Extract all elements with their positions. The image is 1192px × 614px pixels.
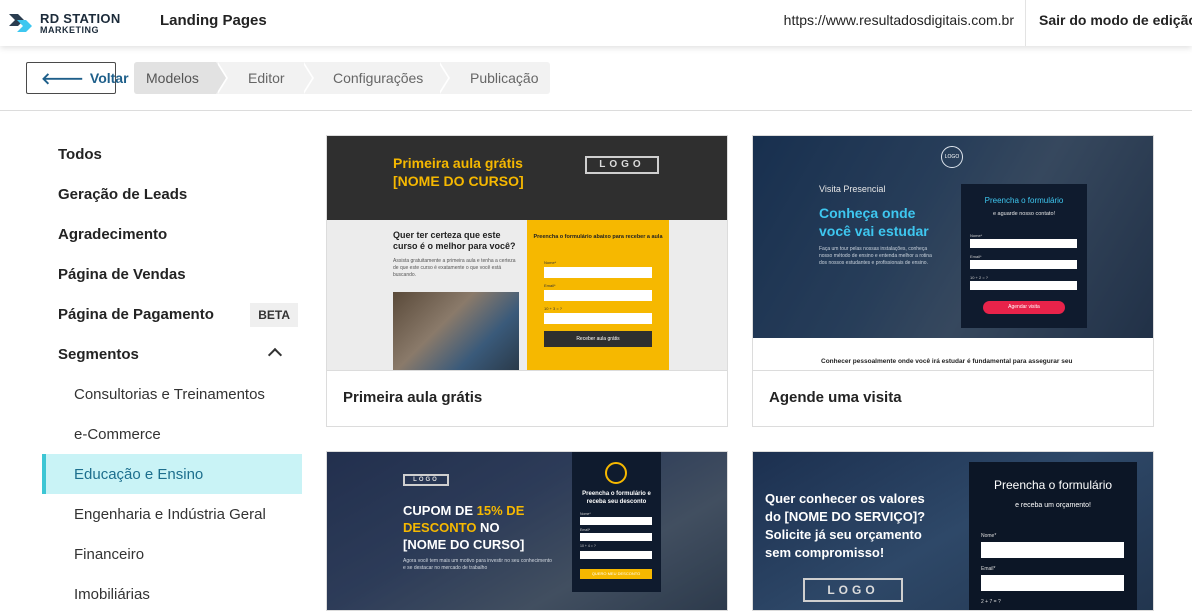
preview-form: Preencha o formulário e receba um orçame… <box>969 462 1137 610</box>
segment-imobiliarias[interactable]: Imobiliárias <box>42 574 302 614</box>
preview-question: Quer ter certeza que este curso é o melh… <box>393 230 516 251</box>
preview-form-title: Preencha o formulário abaixo para recebe… <box>533 234 663 240</box>
step-label: Publicação <box>470 70 539 86</box>
logo-line-2: MARKETING <box>40 24 99 35</box>
step-editor[interactable]: Editor <box>216 62 314 94</box>
preview-logo: LOGO <box>403 474 449 486</box>
template-title: Agende uma visita <box>753 370 1153 426</box>
preview-form: Preencha o formulário abaixo para recebe… <box>527 220 669 370</box>
preview-field-label: 10 + 3 = ? <box>544 306 563 311</box>
preview-headline: Quer conhecer os valores do [NOME DO SER… <box>765 491 926 560</box>
beta-badge: BETA <box>250 303 298 327</box>
preview-field-label: Nome* <box>544 260 557 265</box>
segment-ecommerce[interactable]: e-Commerce <box>42 414 302 454</box>
template-card-cupom-desconto[interactable]: LOGO CUPOM DE 15% DE DESCONTO NO [NOME D… <box>326 451 728 611</box>
category-segmentos[interactable]: Segmentos <box>42 334 302 374</box>
template-card-orcamento[interactable]: Quer conhecer os valores do [NOME DO SER… <box>752 451 1154 611</box>
back-button[interactable]: 🡐 Voltar <box>26 62 129 94</box>
segment-consultorias[interactable]: Consultorias e Treinamentos <box>42 374 302 414</box>
top-bar: RD STATION MARKETING Landing Pages https… <box>0 0 1192 46</box>
back-button-label: Voltar <box>89 70 129 86</box>
preview-field-label: Email* <box>544 283 556 288</box>
category-label: Página de Pagamento <box>58 305 214 323</box>
preview-logo: LOGO <box>585 156 659 174</box>
step-publicacao[interactable]: Publicação <box>438 62 550 94</box>
segment-educacao[interactable]: Educação e Ensino <box>42 454 302 494</box>
segment-engenharia[interactable]: Engenharia e Indústria Geral <box>42 494 302 534</box>
preview-field-label: 10 + 2 = ? <box>970 275 989 280</box>
step-label: Editor <box>248 70 285 86</box>
preview-field-label: Nome* <box>981 533 997 539</box>
template-preview: Quer conhecer os valores do [NOME DO SER… <box>753 452 1153 610</box>
template-preview: Primeira aula grátis [NOME DO CURSO] LOG… <box>327 136 727 370</box>
category-agradecimento[interactable]: Agradecimento <box>42 214 302 254</box>
preview-form: Preencha o formulário e receba seu desco… <box>572 452 661 592</box>
user-icon <box>605 462 627 484</box>
step-label: Configurações <box>333 70 424 86</box>
category-todos[interactable]: Todos <box>42 134 302 174</box>
category-label: Segmentos <box>58 345 139 363</box>
preview-field-label: Nome* <box>580 512 591 516</box>
chevron-up-icon[interactable] <box>267 347 283 363</box>
app-title: Landing Pages <box>160 12 267 29</box>
preview-button: Receber aula grátis <box>544 331 652 347</box>
preview-headline: [NOME DO CURSO] <box>393 173 524 189</box>
preview-form: Preencha o formulário e aguarde nosso co… <box>961 184 1087 328</box>
preview-field-label: Email* <box>970 254 982 259</box>
preview-button: Agendar visita <box>983 301 1065 314</box>
preview-headline: Conheça onde <box>819 205 916 221</box>
preview-footer-text: Conhecer pessoalmente onde você irá estu… <box>753 338 1153 370</box>
wizard-steps: Modelos Editor Configurações Publicação <box>134 62 550 94</box>
preview-field-label: Email* <box>981 566 996 572</box>
rd-logo-mark-icon <box>8 11 34 35</box>
category-pagina-de-pagamento[interactable]: Página de Pagamento BETA <box>42 294 302 334</box>
exit-edit-mode-button[interactable]: Sair do modo de edição <box>1025 0 1192 46</box>
template-preview: LOGO CUPOM DE 15% DE DESCONTO NO [NOME D… <box>327 452 727 610</box>
template-card-agende-visita[interactable]: LOGO Visita Presencial Conheça onde você… <box>752 135 1154 427</box>
step-modelos[interactable]: Modelos <box>134 62 228 94</box>
template-title: Primeira aula grátis <box>327 370 727 426</box>
preview-headline: CUPOM DE 15% DE DESCONTO NO [NOME DO CUR… <box>403 503 525 552</box>
rd-station-logo[interactable]: RD STATION MARKETING <box>8 8 121 38</box>
preview-button: QUERO MEU DESCONTO <box>580 569 652 579</box>
preview-logo: LOGO <box>941 146 963 168</box>
step-bar: 🡐 Voltar Modelos Editor Configurações Pu… <box>0 46 1192 111</box>
step-label: Modelos <box>146 70 199 86</box>
preview-field-label: Nome* <box>970 233 983 238</box>
preview-headline: você vai estudar <box>819 223 929 239</box>
preview-photo <box>393 292 519 370</box>
category-pagina-de-vendas[interactable]: Página de Vendas <box>42 254 302 294</box>
preview-text: Assista gratuitamente a primeira aula e … <box>393 258 516 278</box>
preview-field-label: Email* <box>580 528 591 532</box>
arrow-left-icon: 🡐 <box>41 70 84 88</box>
preview-form-subtitle: e aguarde nosso contato! <box>992 211 1056 217</box>
page-url: https://www.resultadosdigitais.com.br <box>783 12 1014 28</box>
preview-headline: Primeira aula grátis <box>393 155 523 171</box>
preview-logo: LOGO <box>803 578 903 602</box>
category-sidebar: Todos Geração de Leads Agradecimento Pág… <box>42 134 302 614</box>
preview-form-title: Preencha o formulário <box>993 478 1113 492</box>
preview-form-title: Preencha o formulário e receba seu desco… <box>582 491 651 505</box>
template-preview: LOGO Visita Presencial Conheça onde você… <box>753 136 1153 370</box>
category-geracao-de-leads[interactable]: Geração de Leads <box>42 174 302 214</box>
segment-financeiro[interactable]: Financeiro <box>42 534 302 574</box>
template-card-primeira-aula[interactable]: Primeira aula grátis [NOME DO CURSO] LOG… <box>326 135 728 427</box>
preview-text: Agora você tem mais um motivo para inves… <box>403 558 552 571</box>
preview-form-subtitle: e receba um orçamento! <box>1015 502 1091 509</box>
preview-text: Faça um tour pelas nossas instalações, c… <box>819 246 932 266</box>
preview-kicker: Visita Presencial <box>819 184 886 194</box>
step-configuracoes[interactable]: Configurações <box>302 62 450 94</box>
preview-field-label: 10 + 4 = ? <box>580 544 596 548</box>
logo-line-1: RD STATION <box>40 10 121 26</box>
preview-form-title: Preencha o formulário <box>984 196 1064 205</box>
